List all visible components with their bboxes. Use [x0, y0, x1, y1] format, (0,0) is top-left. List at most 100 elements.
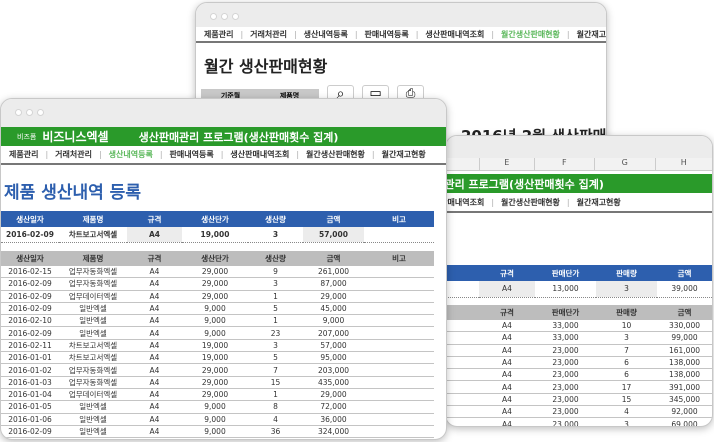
table-row[interactable]: A4 23,000 17 391,000: [446, 380, 712, 394]
table-cell: 95,000: [303, 351, 364, 365]
table-cell: 99,000: [657, 331, 712, 345]
table-cell: 2016-02-15: [1, 265, 59, 279]
col-h[interactable]: H: [654, 158, 713, 170]
table-row[interactable]: 2016-02-10 일반엑셀 A4 9,000 1 9,000: [1, 314, 434, 328]
table-row[interactable]: 2016-02-09 일반엑셀 A4 9,000 5 45,000: [1, 302, 434, 316]
table-row[interactable]: A4 33,000 3 99,000: [446, 331, 712, 345]
table-row[interactable]: 2016-02-09 일반엑셀 A4 9,000 36 324,000: [1, 425, 434, 439]
table-cell: A4: [479, 380, 535, 394]
table-cell: 29,000: [182, 363, 248, 377]
input-cell[interactable]: 차트보고서엑셀: [59, 227, 127, 242]
nav-separator: |: [491, 197, 495, 207]
nav-item[interactable]: 월간생산판매현황: [501, 29, 560, 40]
table-cell: 23,000: [535, 356, 596, 370]
table-cell: A4: [127, 265, 182, 279]
nav-item[interactable]: 생산판매내역조회: [230, 149, 289, 160]
table-cell: 161,000: [657, 344, 712, 357]
table-cell: A4: [127, 339, 182, 353]
table-row[interactable]: A4 23,000 3 69,000: [446, 417, 712, 426]
input-qty[interactable]: 3: [596, 281, 657, 297]
input-price[interactable]: 13,000: [535, 281, 596, 297]
table-cell: 4: [248, 413, 303, 426]
sales-window: E F G H 생산판매관리 프로그램(생산판매횟수 집계) 제품관리|거래처관…: [445, 135, 713, 427]
table-cell: 19,000: [182, 339, 248, 353]
table-cell: 9: [248, 265, 303, 279]
input-cell[interactable]: [364, 227, 434, 242]
table-cell: 2016-01-01: [1, 351, 59, 365]
table-cell: 33,000: [535, 331, 596, 345]
nav-item[interactable]: 월간생산판매현황: [501, 197, 560, 208]
nav-bar: 제품관리 | 거래처관리 | 생산내역등록 | 판매내역등록 | 생산판매내역조회 | 월간생산판매…: [1, 146, 446, 165]
input-cell[interactable]: 3: [248, 227, 303, 242]
table-cell: 69,000: [657, 417, 712, 426]
nav-item[interactable]: 월간재고현황: [382, 149, 426, 160]
table-row[interactable]: A4 23,000 6 138,000: [446, 356, 712, 370]
col-f[interactable]: F: [533, 158, 594, 170]
table-cell: 29,000: [303, 290, 364, 303]
window-controls[interactable]: [15, 109, 44, 116]
column-header: 생산단가: [182, 250, 248, 266]
table-row[interactable]: 2016-02-11 차트보고서엑셀 A4 19,000 3 57,000: [1, 339, 434, 353]
table-row[interactable]: 2016-01-02 업무자동화엑셀 A4 29,000 7 203,000: [1, 363, 434, 377]
table-cell: 261,000: [303, 265, 364, 279]
table-cell: 4: [596, 405, 657, 419]
table-cell: 2016-02-09: [1, 425, 59, 439]
table-row[interactable]: 2016-01-01 차트보고서엑셀 A4 19,000 5 95,000: [1, 351, 434, 365]
input-spec[interactable]: A4: [479, 281, 535, 297]
col-g[interactable]: G: [594, 158, 654, 170]
table-row[interactable]: 2016-02-09 일반엑셀 A4 9,000 23 207,000: [1, 326, 434, 340]
input-cell[interactable]: 57,000: [303, 227, 364, 242]
input-cell[interactable]: 19,000: [182, 227, 248, 242]
table-row[interactable]: 2016-01-03 업무자동화엑셀 A4 29,000 15 435,000: [1, 376, 434, 389]
nav-item[interactable]: 판매내역등록: [170, 149, 214, 160]
table-row[interactable]: 2016-01-04 업무데이터엑셀 A4 29,000 1 29,000: [1, 388, 434, 402]
nav-separator: |: [159, 150, 163, 159]
column-letters: E F G H: [446, 158, 712, 171]
table-row[interactable]: 2016-01-06 일반엑셀 A4 9,000 4 36,000: [1, 413, 434, 426]
nav-item[interactable]: 판매내역등록: [365, 29, 409, 40]
table-row[interactable]: 2016-02-15 업무자동화엑셀 A4 29,000 9 261,000: [1, 265, 434, 279]
column-header: 제품명: [59, 250, 127, 266]
column-header: 생산일자: [1, 250, 59, 266]
nav-item[interactable]: 제품관리: [9, 149, 38, 160]
table-cell: 업무자동화엑셀: [59, 376, 127, 389]
nav-item[interactable]: 월간생산판매현황: [306, 149, 365, 160]
table-row[interactable]: A4 23,000 4 92,000: [446, 405, 712, 419]
table-row[interactable]: 2016-01-05 일반엑셀 A4 9,000 8 72,000: [1, 400, 434, 414]
table-cell: 차트보고서엑셀: [59, 339, 127, 353]
table-row[interactable]: 2016-02-09 업무데이터엑셀 A4 29,000 1 29,000: [1, 290, 434, 303]
table-cell: A4: [127, 314, 182, 328]
input-cell[interactable]: 2016-02-09: [1, 227, 59, 242]
table-row[interactable]: A4 23,000 7 161,000: [446, 344, 712, 357]
nav-item[interactable]: 제품관리: [204, 29, 233, 40]
header-price: 판매단가: [535, 265, 596, 281]
col-e[interactable]: E: [479, 158, 534, 170]
nav-item[interactable]: 월간재고현황: [577, 197, 621, 208]
table-cell: 2016-02-09: [1, 290, 59, 303]
page-title: 제품 생산내역 등록: [4, 183, 141, 203]
table-row[interactable]: A4 23,000 15 345,000: [446, 393, 712, 407]
nav-separator: |: [296, 150, 300, 159]
table-row[interactable]: A4 23,000 6 138,000: [446, 368, 712, 382]
table-cell: 87,000: [303, 277, 364, 291]
table-row[interactable]: 2016-02-09 업무자동화엑셀 A4 29,000 3 87,000: [1, 277, 434, 291]
nav-item[interactable]: 생산판매내역조회: [446, 197, 484, 208]
nav-item[interactable]: 거래처관리: [55, 149, 92, 160]
input-cell[interactable]: A4: [127, 227, 182, 242]
table-row[interactable]: A4 33,000 10 330,000: [446, 319, 712, 333]
column-header: 제품명: [59, 211, 127, 227]
nav-separator: |: [293, 29, 297, 39]
nav-item[interactable]: 생산내역등록: [304, 29, 348, 40]
table-cell: 2016-02-10: [1, 314, 59, 328]
nav-item[interactable]: 생산판매내역조회: [425, 29, 484, 40]
nav-item[interactable]: 월간재고현황: [577, 29, 606, 40]
nav-item[interactable]: 생산내역등록: [109, 149, 153, 160]
window-controls[interactable]: [210, 13, 239, 20]
column-header: 생산일자: [1, 211, 59, 227]
table-cell: 45,000: [303, 302, 364, 316]
table-cell: 29,000: [182, 265, 248, 279]
nav-item[interactable]: 거래처관리: [250, 29, 287, 40]
input-amount: 39,000: [671, 284, 698, 294]
table-cell: 324,000: [303, 425, 364, 439]
table-cell: 8: [248, 400, 303, 414]
